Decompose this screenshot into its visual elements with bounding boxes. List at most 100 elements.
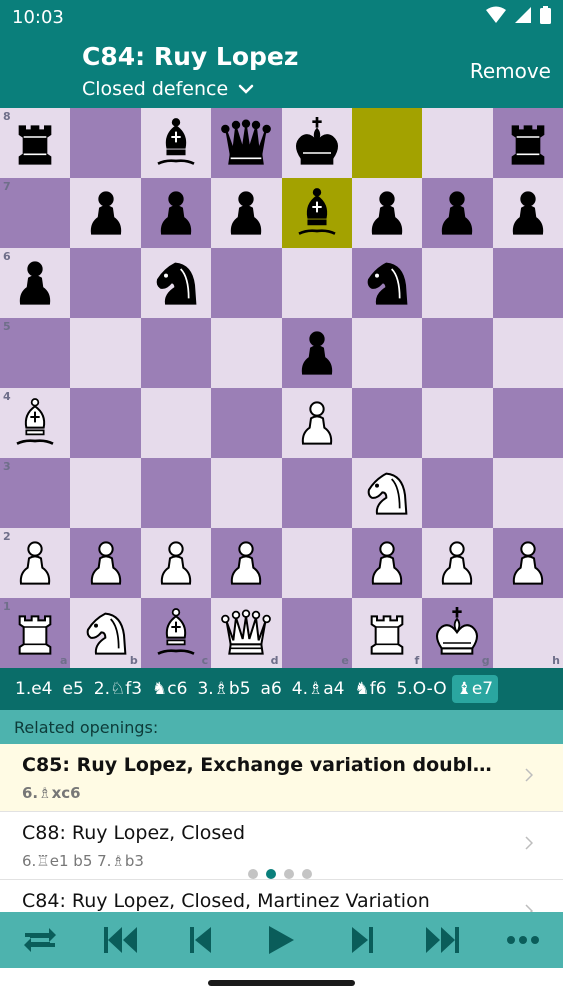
move-item[interactable]: a6	[256, 675, 287, 703]
square-a5[interactable]: 5	[0, 318, 71, 388]
square-g8[interactable]	[422, 108, 493, 178]
square-e8[interactable]	[281, 108, 352, 178]
white-knight-icon[interactable]	[352, 458, 422, 528]
black-pawn-icon[interactable]	[493, 178, 563, 248]
square-a2[interactable]: 2	[0, 528, 71, 598]
move-item[interactable]: ♞c6	[147, 675, 192, 703]
square-b1[interactable]: b	[70, 598, 141, 668]
play-button[interactable]	[253, 915, 309, 965]
square-d7[interactable]	[211, 178, 282, 248]
square-e4[interactable]	[281, 388, 352, 458]
previous-move-button[interactable]	[173, 915, 229, 965]
square-g3[interactable]	[422, 458, 493, 528]
square-g1[interactable]: g	[422, 598, 493, 668]
square-g5[interactable]	[422, 318, 493, 388]
black-bishop-icon[interactable]	[141, 108, 211, 178]
move-item[interactable]: 1.e4	[10, 675, 58, 703]
square-a1[interactable]: 1a	[0, 598, 71, 668]
chess-board[interactable]: 8 7 6 5 4 3 2 1 a b c d e f g h	[0, 108, 563, 668]
white-king-icon[interactable]	[422, 598, 492, 668]
square-f6[interactable]	[351, 248, 423, 318]
move-item[interactable]: ♝e7	[451, 675, 499, 703]
black-pawn-icon[interactable]	[422, 178, 492, 248]
black-bishop-icon[interactable]	[282, 178, 352, 248]
square-d2[interactable]	[211, 528, 282, 598]
square-h3[interactable]	[492, 458, 563, 528]
first-move-button[interactable]	[93, 915, 149, 965]
square-c8[interactable]	[140, 108, 212, 178]
last-move-button[interactable]	[414, 915, 470, 965]
next-move-button[interactable]	[334, 915, 390, 965]
black-knight-icon[interactable]	[141, 248, 211, 318]
black-rook-icon[interactable]	[0, 108, 70, 178]
square-h8[interactable]	[492, 108, 563, 178]
square-f4[interactable]	[351, 388, 423, 458]
black-pawn-icon[interactable]	[282, 318, 352, 388]
white-queen-icon[interactable]	[211, 598, 281, 668]
square-e1[interactable]: e	[281, 598, 352, 668]
square-e6[interactable]	[281, 248, 352, 318]
square-d6[interactable]	[211, 248, 282, 318]
move-item[interactable]: 3.♗b5	[192, 675, 255, 703]
square-c2[interactable]	[140, 528, 212, 598]
square-d3[interactable]	[211, 458, 282, 528]
square-f7[interactable]	[351, 178, 423, 248]
black-knight-icon[interactable]	[352, 248, 422, 318]
square-e7[interactable]	[281, 178, 352, 248]
square-d1[interactable]: d	[211, 598, 282, 668]
white-rook-icon[interactable]	[0, 598, 70, 668]
square-b7[interactable]	[70, 178, 141, 248]
square-d8[interactable]	[211, 108, 282, 178]
square-h2[interactable]	[492, 528, 563, 598]
white-pawn-icon[interactable]	[493, 528, 563, 598]
square-e2[interactable]	[281, 528, 352, 598]
square-b5[interactable]	[70, 318, 141, 388]
square-h1[interactable]: h	[492, 598, 563, 668]
variation-dropdown[interactable]: Closed defence	[82, 78, 254, 100]
white-pawn-icon[interactable]	[211, 528, 281, 598]
remove-button[interactable]: Remove	[470, 59, 551, 83]
square-h4[interactable]	[492, 388, 563, 458]
square-d5[interactable]	[211, 318, 282, 388]
square-e5[interactable]	[281, 318, 352, 388]
square-f5[interactable]	[351, 318, 423, 388]
white-pawn-icon[interactable]	[282, 388, 352, 458]
square-h5[interactable]	[492, 318, 563, 388]
square-a6[interactable]: 6	[0, 248, 71, 318]
move-item[interactable]: 4.♗a4	[287, 675, 350, 703]
square-a7[interactable]: 7	[0, 178, 71, 248]
square-c4[interactable]	[140, 388, 212, 458]
square-c7[interactable]	[140, 178, 212, 248]
black-king-icon[interactable]	[282, 108, 352, 178]
black-pawn-icon[interactable]	[352, 178, 422, 248]
white-bishop-icon[interactable]	[0, 388, 70, 458]
move-item[interactable]: e5	[58, 675, 89, 703]
move-item[interactable]: 5.O-O	[392, 675, 452, 703]
square-c3[interactable]	[140, 458, 212, 528]
square-h7[interactable]	[492, 178, 563, 248]
related-opening-item[interactable]: C84: Ruy Lopez, Closed, Martinez Variati…	[0, 880, 563, 912]
black-pawn-icon[interactable]	[211, 178, 281, 248]
square-c1[interactable]: c	[140, 598, 212, 668]
white-pawn-icon[interactable]	[352, 528, 422, 598]
square-c5[interactable]	[140, 318, 212, 388]
white-knight-icon[interactable]	[70, 598, 140, 668]
square-g6[interactable]	[422, 248, 493, 318]
more-button[interactable]	[495, 915, 551, 965]
black-pawn-icon[interactable]	[70, 178, 140, 248]
move-item[interactable]: 2.♘f3	[89, 675, 147, 703]
square-f8[interactable]	[351, 108, 423, 178]
square-b2[interactable]	[70, 528, 141, 598]
square-b3[interactable]	[70, 458, 141, 528]
black-rook-icon[interactable]	[493, 108, 563, 178]
home-handle[interactable]	[208, 980, 355, 986]
square-f1[interactable]: f	[351, 598, 423, 668]
square-g4[interactable]	[422, 388, 493, 458]
square-d4[interactable]	[211, 388, 282, 458]
square-g2[interactable]	[422, 528, 493, 598]
square-h6[interactable]	[492, 248, 563, 318]
white-rook-icon[interactable]	[352, 598, 422, 668]
white-pawn-icon[interactable]	[422, 528, 492, 598]
square-g7[interactable]	[422, 178, 493, 248]
square-f3[interactable]	[351, 458, 423, 528]
